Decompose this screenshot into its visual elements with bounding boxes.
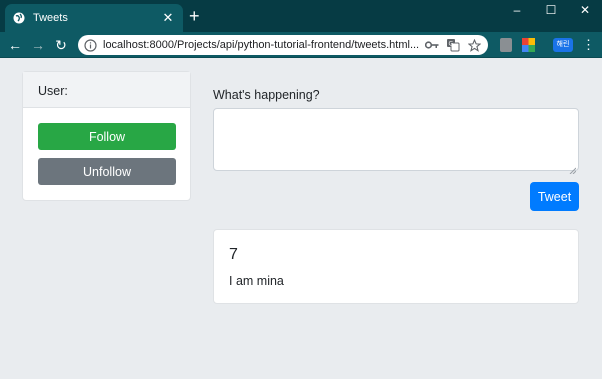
- user-card-header: User:: [23, 72, 190, 108]
- back-button[interactable]: ←: [6, 36, 24, 54]
- resize-grip-icon[interactable]: [569, 161, 577, 175]
- browser-menu-icon[interactable]: ⋮: [582, 37, 595, 53]
- browser-toolbar: ← → ↻ localhost:8000/Projects/api/python…: [0, 32, 602, 58]
- star-icon[interactable]: [466, 37, 482, 53]
- tweet-button[interactable]: Tweet: [530, 182, 579, 211]
- key-icon[interactable]: [424, 37, 440, 53]
- minimize-button[interactable]: –: [500, 3, 534, 19]
- globe-icon: [13, 12, 25, 24]
- tab-title: Tweets: [33, 12, 68, 24]
- browser-tab[interactable]: Tweets ✕: [5, 4, 183, 32]
- follow-button[interactable]: Follow: [38, 123, 176, 150]
- info-icon[interactable]: [84, 38, 97, 52]
- profile-avatar[interactable]: 해린: [553, 38, 573, 52]
- forward-button[interactable]: →: [29, 36, 47, 54]
- maximize-button[interactable]: ☐: [534, 3, 568, 19]
- compose-prompt: What's happening?: [213, 88, 320, 102]
- new-tab-button[interactable]: +: [189, 7, 200, 25]
- user-card: User: Follow Unfollow: [22, 71, 191, 201]
- svg-text:G: G: [449, 41, 454, 48]
- tweet-id: 7: [229, 246, 238, 263]
- translate-icon[interactable]: G: [445, 37, 461, 53]
- browser-titlebar: Tweets ✕ + – ☐ ✕: [0, 0, 602, 32]
- tweet-text: I am mina: [229, 274, 284, 288]
- tweet-textarea[interactable]: [213, 108, 579, 175]
- extension-gray-icon[interactable]: [500, 38, 512, 52]
- tweet-card: 7 I am mina: [213, 229, 579, 304]
- reload-button[interactable]: ↻: [52, 36, 70, 54]
- unfollow-button[interactable]: Unfollow: [38, 158, 176, 185]
- close-window-button[interactable]: ✕: [568, 3, 602, 19]
- address-bar[interactable]: localhost:8000/Projects/api/python-tutor…: [78, 35, 488, 55]
- tab-close-icon[interactable]: ✕: [161, 10, 175, 26]
- extension-colorful-icon[interactable]: [522, 38, 535, 52]
- url-text: localhost:8000/Projects/api/python-tutor…: [103, 39, 419, 51]
